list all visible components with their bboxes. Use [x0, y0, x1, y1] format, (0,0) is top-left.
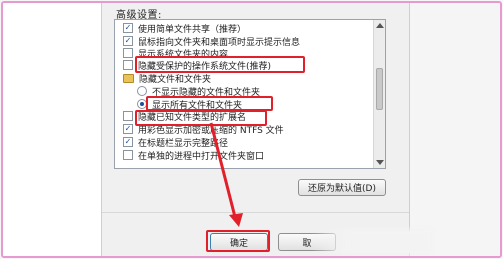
screenshot-frame: 高级设置: ✓ 使用简单文件共享（推荐） ✓ 鼠标指向文件夹和桌面项时显示提示信息 显示… — [1, 1, 502, 258]
list-item[interactable]: 在单独的进程中打开文件夹窗口 — [123, 149, 265, 162]
list-item-label: 在单独的进程中打开文件夹窗口 — [138, 151, 265, 162]
list-item[interactable]: 隐藏已知文件类型的扩展名 — [123, 110, 247, 123]
ok-button[interactable]: 确定 — [210, 233, 268, 251]
checkbox[interactable] — [123, 48, 133, 58]
radio-button[interactable] — [137, 99, 147, 109]
list-item-label: 在标题栏显示完整路径 — [138, 138, 229, 149]
checkbox[interactable] — [123, 60, 133, 70]
list-item-label: 隐藏文件和文件夹 — [139, 74, 212, 85]
list-item[interactable]: ✓ 使用简单文件共享（推荐） — [123, 22, 247, 35]
right-background — [410, 3, 500, 256]
scroll-thumb[interactable] — [376, 68, 383, 110]
list-item[interactable]: ✓ 在标题栏显示完整路径 — [123, 136, 229, 149]
list-item-label: 隐藏已知文件类型的扩展名 — [138, 112, 247, 123]
list-item-label: 使用简单文件共享（推荐） — [138, 24, 247, 35]
folder-options-dialog: 高级设置: ✓ 使用简单文件共享（推荐） ✓ 鼠标指向文件夹和桌面项时显示提示信息 显示… — [101, 3, 432, 256]
divider — [102, 212, 409, 213]
folder-icon — [123, 73, 134, 83]
checkbox[interactable]: ✓ — [123, 124, 133, 134]
checkbox[interactable]: ✓ — [123, 23, 133, 33]
list-item[interactable]: 不显示隐藏的文件和文件夹 — [137, 85, 261, 98]
checkbox[interactable] — [123, 150, 133, 160]
list-item-label: 隐藏受保护的操作系统文件(推荐) — [138, 61, 272, 72]
scroll-up-icon[interactable] — [376, 23, 384, 28]
scroll-down-icon[interactable] — [376, 160, 384, 165]
radio-button[interactable] — [137, 86, 147, 96]
list-item[interactable]: 隐藏受保护的操作系统文件(推荐) — [123, 59, 272, 72]
vertical-scrollbar[interactable] — [373, 20, 385, 168]
checkbox[interactable] — [123, 111, 133, 121]
checkbox[interactable]: ✓ — [123, 36, 133, 46]
left-background — [3, 3, 101, 256]
blurred-area — [312, 229, 432, 255]
list-item[interactable]: 隐藏文件和文件夹 — [123, 72, 212, 85]
list-item-label: 用彩色显示加密或压缩的 NTFS 文件 — [138, 125, 284, 136]
restore-defaults-button[interactable]: 还原为默认值(D) — [298, 179, 386, 196]
advanced-settings-list[interactable]: ✓ 使用简单文件共享（推荐） ✓ 鼠标指向文件夹和桌面项时显示提示信息 显示系统文件夹的… — [114, 19, 386, 169]
list-item[interactable]: ✓ 鼠标指向文件夹和桌面项时显示提示信息 — [123, 35, 300, 48]
list-item-label: 不显示隐藏的文件和文件夹 — [152, 87, 261, 98]
list-item[interactable]: 显示系统文件夹的内容 — [123, 47, 228, 60]
checkbox[interactable]: ✓ — [123, 137, 133, 147]
list-item[interactable]: ✓ 用彩色显示加密或压缩的 NTFS 文件 — [123, 123, 284, 136]
list-item[interactable]: 显示所有文件和文件夹 — [137, 98, 242, 111]
